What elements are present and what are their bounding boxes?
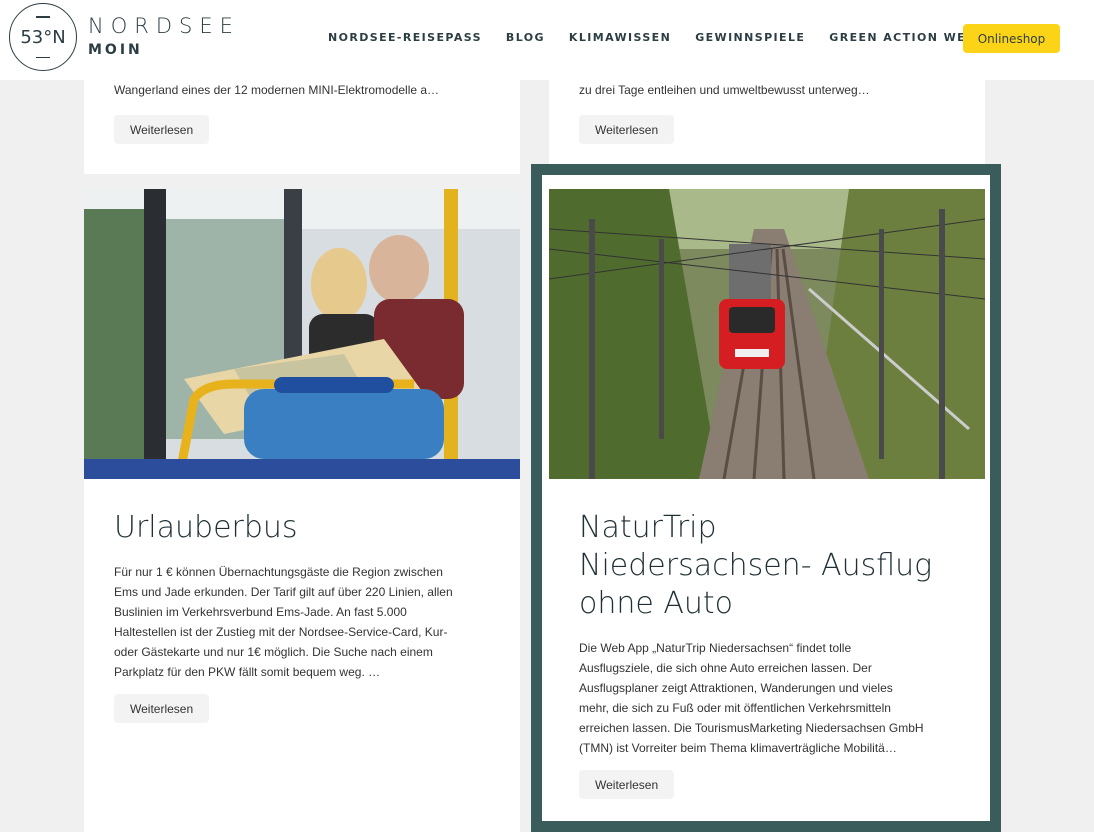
read-more-button[interactable]: Weiterlesen <box>114 115 210 144</box>
logo-wordmark[interactable]: NORDSEE MOIN <box>88 14 240 58</box>
excerpt-line: Parkplatz für den PKW fällt somit bequem… <box>114 665 381 679</box>
excerpt-line: Haltestellen ist der Zustieg mit der Nor… <box>114 625 448 639</box>
excerpt-line: Ausflugsziele, die sich ohne Auto erreic… <box>579 661 872 675</box>
read-more-button[interactable]: Weiterlesen <box>579 115 675 144</box>
card-excerpt: Wangerland eines der 12 modernen MINI-El… <box>114 83 440 97</box>
bus-photo[interactable] <box>84 189 520 479</box>
nav-item-reisepass[interactable]: NORDSEE-REISEPASS <box>328 31 482 44</box>
main-nav: NORDSEE-REISEPASS BLOG KLIMAWISSEN GEWIN… <box>328 31 985 44</box>
read-more-button[interactable]: Weiterlesen <box>114 694 210 723</box>
card-top-left: Wangerland eines der 12 modernen MINI-El… <box>84 80 520 174</box>
logo-badge-text: 53°N <box>20 26 66 48</box>
excerpt-line: Buslinien im Verkehrsverbund Ems-Jade. A… <box>114 605 407 619</box>
excerpt-line: Ems und Jade erkunden. Der Tarif gilt au… <box>114 585 453 599</box>
read-more-button[interactable]: Weiterlesen <box>579 770 675 799</box>
card-top-right: zu drei Tage entleihen und umweltbewusst… <box>549 80 985 174</box>
article-card-urlauberbus: Urlauberbus Für nur 1 € können Übernacht… <box>84 189 520 832</box>
title-line: ohne Auto <box>579 586 734 621</box>
logo-sub-text: MOIN <box>88 42 143 58</box>
train-photo[interactable] <box>549 189 985 479</box>
logo-main-text: NORDSEE <box>88 14 240 38</box>
article-title[interactable]: Urlauberbus <box>114 509 298 547</box>
article-card-naturtrip: NaturTrip Niedersachsen- Ausflug ohne Au… <box>542 175 990 821</box>
title-line: NaturTrip <box>579 510 717 545</box>
excerpt-line: erreichen lassen. Die TourismusMarketing… <box>579 721 924 735</box>
excerpt-line: Für nur 1 € können Übernachtungsgäste di… <box>114 565 443 579</box>
nav-item-green-action-week[interactable]: GREEN ACTION WEEK <box>829 31 985 44</box>
excerpt-line: (TMN) ist Vorreiter beim Thema klimavert… <box>579 741 897 755</box>
card-excerpt: zu drei Tage entleihen und umweltbewusst… <box>579 83 870 97</box>
excerpt-line: oder Gästekarte und nur 1€ möglich. Die … <box>114 645 433 659</box>
article-excerpt: Die Web App „NaturTrip Niedersachsen“ fi… <box>579 638 924 758</box>
train-image <box>549 189 985 479</box>
excerpt-line: Die Web App „NaturTrip Niedersachsen“ fi… <box>579 641 852 655</box>
logo-badge[interactable]: 53°N <box>9 3 77 71</box>
article-title[interactable]: NaturTrip Niedersachsen- Ausflug ohne Au… <box>579 509 932 623</box>
onlineshop-button[interactable]: Onlineshop <box>963 24 1060 53</box>
nav-item-gewinnspiele[interactable]: GEWINNSPIELE <box>695 31 805 44</box>
nav-item-klimawissen[interactable]: KLIMAWISSEN <box>569 31 671 44</box>
site-header: 53°N NORDSEE MOIN NORDSEE-REISEPASS BLOG… <box>0 0 1094 80</box>
title-line: Niedersachsen- Ausflug <box>579 548 933 583</box>
article-excerpt: Für nur 1 € können Übernachtungsgäste di… <box>114 562 453 682</box>
bus-interior-image <box>84 189 520 479</box>
excerpt-line: mehr, die sich zu Fuß oder mit öffentlic… <box>579 701 891 715</box>
nav-item-blog[interactable]: BLOG <box>506 31 545 44</box>
excerpt-line: Ausflugsplaner zeigt Attraktionen, Wande… <box>579 681 893 695</box>
